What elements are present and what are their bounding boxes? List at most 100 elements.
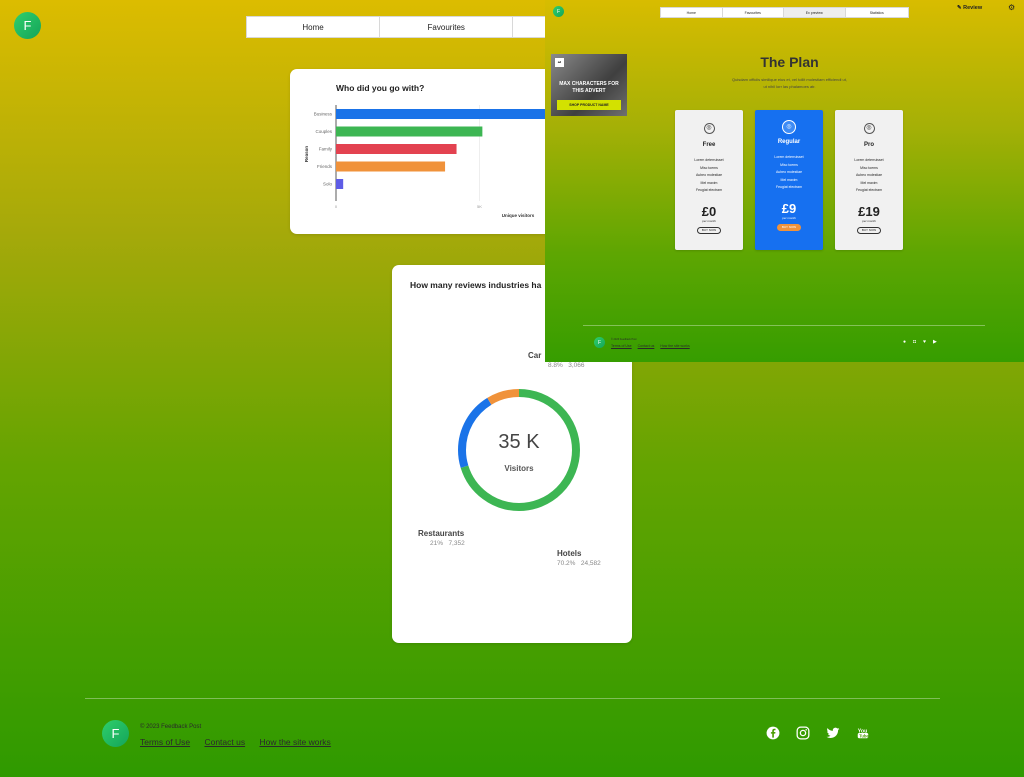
plan-card-regular: ◎ Regular Lorem deterruisset Misc toems … xyxy=(755,110,823,250)
category-label: Friends xyxy=(317,164,333,169)
category-label: Solo xyxy=(323,182,333,187)
overlay-footer-links: Terms of Use Contact us How the site wor… xyxy=(611,344,690,348)
category-label: Family xyxy=(319,147,333,152)
bar-couples xyxy=(336,126,483,137)
y-axis-label: Reason xyxy=(304,146,309,163)
svg-text:Tube: Tube xyxy=(859,733,869,738)
gear-icon[interactable]: ⚙ xyxy=(1008,3,1015,12)
pencil-icon: ✎ xyxy=(957,5,962,11)
youtube-icon[interactable]: You Tube xyxy=(856,726,870,745)
plan-buy-button[interactable]: BUY NOW xyxy=(777,224,801,232)
plan-feature: Feugiat electram xyxy=(695,188,723,193)
review-button[interactable]: ✎ Review xyxy=(957,5,982,11)
plan-buy-button[interactable]: BUY NOW xyxy=(857,227,881,235)
footer-links: Terms of Use Contact us How the site wor… xyxy=(140,737,343,747)
category-label: Couples xyxy=(315,129,332,134)
overlay-nav-home[interactable]: Home xyxy=(661,8,723,17)
plan-feature: Aubeo molestiae xyxy=(855,173,883,178)
nav-favourites[interactable]: Favourites xyxy=(380,17,514,37)
plan-feature: Aubeo molestiae xyxy=(695,173,723,178)
instagram-icon[interactable]: ◘ xyxy=(913,339,916,345)
plan-feature: Mel maxim xyxy=(700,180,718,185)
plan-feature: Lorem deterruisset xyxy=(854,158,884,162)
plan-price: £0 xyxy=(701,204,717,220)
youtube-icon[interactable]: ▶ xyxy=(933,339,937,345)
plan-name: Pro xyxy=(863,142,874,148)
bar-family xyxy=(336,144,457,154)
site-logo[interactable]: F xyxy=(14,12,41,39)
plan-icon: ◎ xyxy=(703,123,715,134)
x-tick-label: 5K xyxy=(477,204,482,209)
legend-restaurants-name: Restaurants xyxy=(418,529,465,538)
advert-cta[interactable]: SHOP PRODUCT NAME xyxy=(557,100,621,110)
nav-home[interactable]: Home xyxy=(247,17,381,37)
plan-feature: Mel maxim xyxy=(780,177,798,182)
legend-hotels: Hotels 70.2% 24,582 xyxy=(557,549,601,567)
plan-feature: Lorem deterruisset xyxy=(774,155,804,159)
plan-card-free: ◎ Free Lorem deterruisset Misc toems Aub… xyxy=(675,110,743,250)
category-label: Business xyxy=(314,112,333,117)
overlay-logo[interactable]: F xyxy=(553,6,564,17)
plan-price: £19 xyxy=(858,204,880,220)
twitter-icon[interactable]: ♥ xyxy=(923,339,926,345)
plan-period: per month xyxy=(702,219,716,224)
plan-period: per month xyxy=(782,216,796,221)
legend-restaurants-pct: 21% xyxy=(430,540,444,547)
footer-link-contact[interactable]: Contact us xyxy=(204,737,245,747)
twitter-icon[interactable] xyxy=(826,726,840,745)
overlay-nav-preview[interactable]: Ex preview xyxy=(784,8,846,17)
plan-icon: ◎ xyxy=(782,120,796,134)
legend-hotels-name: Hotels xyxy=(557,549,582,558)
x-tick-label: 0 xyxy=(335,204,338,209)
plan-feature: Feugiat electram xyxy=(775,185,803,190)
footer-divider xyxy=(85,698,940,699)
plan-feature: Mel maxim xyxy=(860,180,878,185)
overlay-nav-statistics[interactable]: Statistics xyxy=(846,8,908,17)
footer-link-how[interactable]: How the site works xyxy=(259,737,330,747)
plan-subtitle-2: ut nihil lorr las phalamoes atr. xyxy=(763,84,816,89)
plan-feature: Misc toems xyxy=(780,162,798,167)
overlay-footer-link-how[interactable]: How the site works xyxy=(660,344,689,348)
instagram-icon[interactable] xyxy=(796,726,810,745)
legend-restaurants-count: 7,352 xyxy=(448,540,465,547)
footer-link-terms[interactable]: Terms of Use xyxy=(140,737,190,747)
legend-car-count: 3,066 xyxy=(568,362,585,369)
plan-buy-button[interactable]: BUY NOW xyxy=(697,227,721,235)
legend-hotels-count: 24,582 xyxy=(580,560,601,567)
overlay-nav: Home Favourites Ex preview Statistics xyxy=(660,7,909,18)
bar-friends xyxy=(336,161,446,172)
plan-feature: Misc toems xyxy=(860,165,878,170)
overlay-footer-link-contact[interactable]: Contact us xyxy=(638,344,655,348)
preview-overlay: F Home Favourites Ex preview Statistics … xyxy=(545,0,1024,362)
footer-logo[interactable]: F xyxy=(102,720,129,747)
facebook-icon[interactable]: ● xyxy=(903,339,906,345)
plan-title: The Plan xyxy=(760,54,819,70)
legend-car-pct: 8.8% xyxy=(548,362,563,369)
plan-feature: Misc toems xyxy=(700,165,718,170)
plan-period: per month xyxy=(862,219,876,224)
x-axis-label: Unique visitors xyxy=(502,213,535,218)
legend-restaurants: Restaurants 21% 7,352 xyxy=(418,529,465,547)
plan-card-pro: ◎ Pro Lorem deterruisset Misc toems Aube… xyxy=(835,110,903,250)
overlay-footer-divider xyxy=(583,325,985,326)
advert-headline: MAX CHARACTERS FOR THIS ADVERT xyxy=(559,81,619,94)
bar-business xyxy=(336,109,569,119)
overlay-footer-link-terms[interactable]: Terms of Use xyxy=(611,344,632,348)
footer-copyright: © 2023 Feedback Post xyxy=(140,724,202,730)
plan-price: £9 xyxy=(781,201,797,217)
overlay-nav-favourites[interactable]: Favourites xyxy=(723,8,784,17)
plan-icon: ◎ xyxy=(863,123,875,134)
plan-name: Free xyxy=(702,142,716,148)
footer-social: You Tube xyxy=(766,726,870,745)
plan-feature: Feugiat electram xyxy=(855,188,883,193)
legend-hotels-pct: 70.2% xyxy=(557,560,576,567)
plan-feature: Aubeo molestiae xyxy=(775,170,803,175)
facebook-icon[interactable] xyxy=(766,726,780,745)
donut-center-value: 35 K xyxy=(498,431,540,453)
bar-solo xyxy=(336,179,344,189)
plan-feature: Lorem deterruisset xyxy=(694,158,724,162)
overlay-footer-social: ● ◘ ♥ ▶ xyxy=(903,339,937,345)
overlay-footer-logo[interactable]: F xyxy=(594,337,605,348)
main-nav: Home Favourites xyxy=(246,16,566,38)
plan-subtitle-1: Quisdam officiis similique eius et, vel … xyxy=(731,77,847,82)
